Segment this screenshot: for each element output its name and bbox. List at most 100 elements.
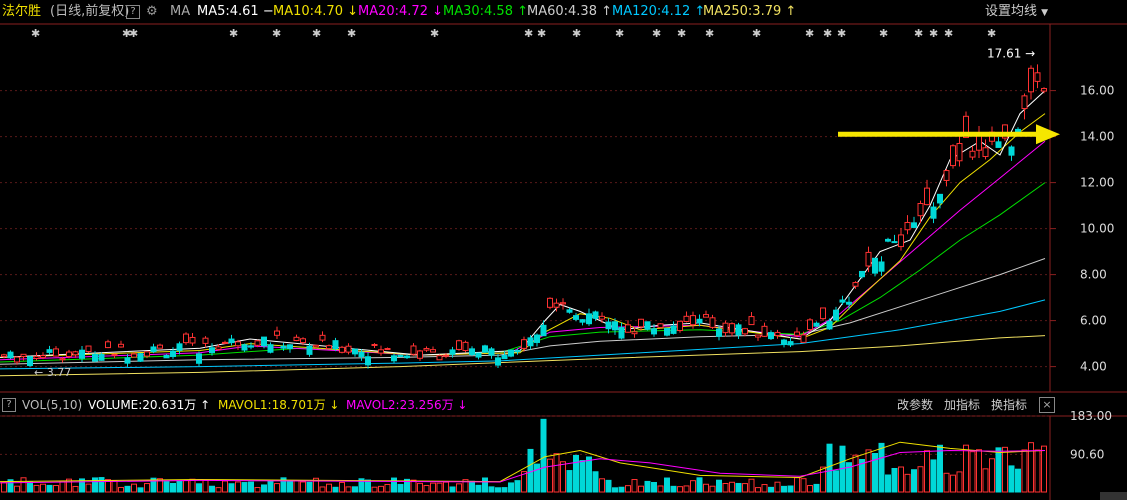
- volume-bar: [605, 479, 612, 493]
- volume-bar: [917, 466, 924, 493]
- volume-bar: [709, 485, 716, 493]
- volume-bar: [222, 480, 228, 493]
- volume-bar: [722, 482, 729, 493]
- event-marker-icon: ✱: [929, 27, 938, 40]
- switch-indicator-button[interactable]: 换指标: [991, 394, 1027, 416]
- candle-body: [755, 334, 761, 338]
- event-marker-icon: ✱: [524, 27, 533, 40]
- candle-body: [105, 341, 111, 349]
- volume-bar: [742, 483, 748, 493]
- candle-body: [573, 315, 579, 320]
- volume-bar: [53, 485, 59, 493]
- volume-bar: [137, 487, 144, 493]
- candle-body: [397, 354, 404, 358]
- event-marker-icon: ✱: [987, 27, 996, 40]
- volume-bar: [170, 482, 176, 493]
- candle-body: [995, 141, 1002, 148]
- candle-body: [469, 348, 475, 356]
- volume-bar: [924, 450, 930, 493]
- event-marker-icon: ✱: [430, 27, 439, 40]
- event-marker-icon: ✱: [705, 27, 714, 40]
- candle-body: [53, 348, 59, 357]
- volume-bar: [651, 481, 657, 493]
- volume-bar: [20, 477, 27, 493]
- candle-body: [33, 355, 40, 360]
- candle-body: [254, 340, 261, 346]
- candle-body: [72, 351, 79, 356]
- candle-body: [618, 327, 625, 339]
- candle-body: [911, 222, 917, 228]
- volume-bar: [228, 483, 235, 493]
- volume-bar: [254, 487, 261, 493]
- volume-bar: [326, 483, 332, 493]
- volume-bar: [397, 483, 404, 493]
- event-marker-icon: ✱: [312, 27, 321, 40]
- volume-bar: [430, 482, 436, 493]
- volume-bar: [670, 485, 677, 493]
- candle-body: [937, 193, 943, 204]
- candle-body: [131, 353, 137, 358]
- volume-bar: [638, 485, 644, 493]
- candle-body: [248, 345, 254, 348]
- volume-bar: [963, 444, 969, 493]
- volume-bar: [514, 480, 521, 493]
- candle-body: [924, 187, 930, 206]
- candle-body: [553, 302, 560, 308]
- volume-bar: [293, 479, 300, 493]
- volume-bar: [833, 470, 839, 493]
- volume-bar: [534, 463, 540, 493]
- volume-bar: [1021, 449, 1028, 493]
- candle-body: [878, 261, 885, 272]
- candle-body: [391, 355, 397, 362]
- event-marker-icon: ✱: [537, 27, 546, 40]
- volume-bar: [1015, 468, 1021, 493]
- question-icon[interactable]: ?: [2, 398, 16, 412]
- volume-bar: [475, 484, 482, 493]
- candle-body: [794, 331, 800, 336]
- volume-bar: [891, 467, 898, 493]
- volume-bar: [261, 484, 267, 493]
- volume-bar: [794, 477, 800, 493]
- candle-body: [79, 349, 85, 359]
- price-tick-label: 4.00: [1080, 360, 1107, 374]
- candle-body: [625, 324, 631, 333]
- volume-bar: [566, 470, 573, 493]
- volume-bar: [943, 472, 950, 493]
- candle-body: [826, 320, 833, 330]
- volume-bar: [163, 481, 170, 493]
- candle-body: [703, 314, 709, 318]
- candle-body: [274, 330, 280, 336]
- candle-body: [709, 317, 716, 328]
- volume-bar: [1002, 446, 1008, 493]
- event-marker-icon: ✱: [677, 27, 686, 40]
- price-volume-chart[interactable]: 16.0014.0012.0010.008.006.004.00183.0090…: [0, 0, 1127, 500]
- mavol2-value: MAVOL2:23.256万 ↓: [346, 398, 468, 412]
- candle-body: [735, 324, 742, 336]
- volume-bar: [560, 461, 566, 493]
- volume-bar: [573, 454, 579, 493]
- candle-body: [696, 318, 703, 324]
- volume-bar: [540, 418, 547, 493]
- close-icon[interactable]: ×: [1039, 397, 1055, 413]
- volume-bar: [33, 484, 40, 493]
- change-params-button[interactable]: 改参数: [897, 394, 933, 416]
- volume-bar: [131, 483, 137, 493]
- volume-bar: [40, 483, 46, 493]
- candle-body: [657, 323, 664, 328]
- candle-body: [566, 309, 573, 313]
- candle-body: [170, 350, 176, 358]
- volume-bar: [703, 483, 709, 493]
- candle-body: [293, 336, 300, 342]
- candle-body: [40, 355, 46, 359]
- volume-bar: [826, 443, 833, 493]
- volume-bar: [508, 482, 514, 493]
- add-indicator-button[interactable]: 加指标: [944, 394, 980, 416]
- candle-body: [66, 351, 72, 357]
- candle-body: [638, 318, 644, 328]
- candle-body: [891, 241, 898, 244]
- volume-bar: [586, 456, 592, 493]
- volume-bar: [761, 484, 768, 493]
- volume-bar: [456, 483, 462, 493]
- candle-body: [144, 351, 150, 357]
- candle-body: [586, 313, 592, 325]
